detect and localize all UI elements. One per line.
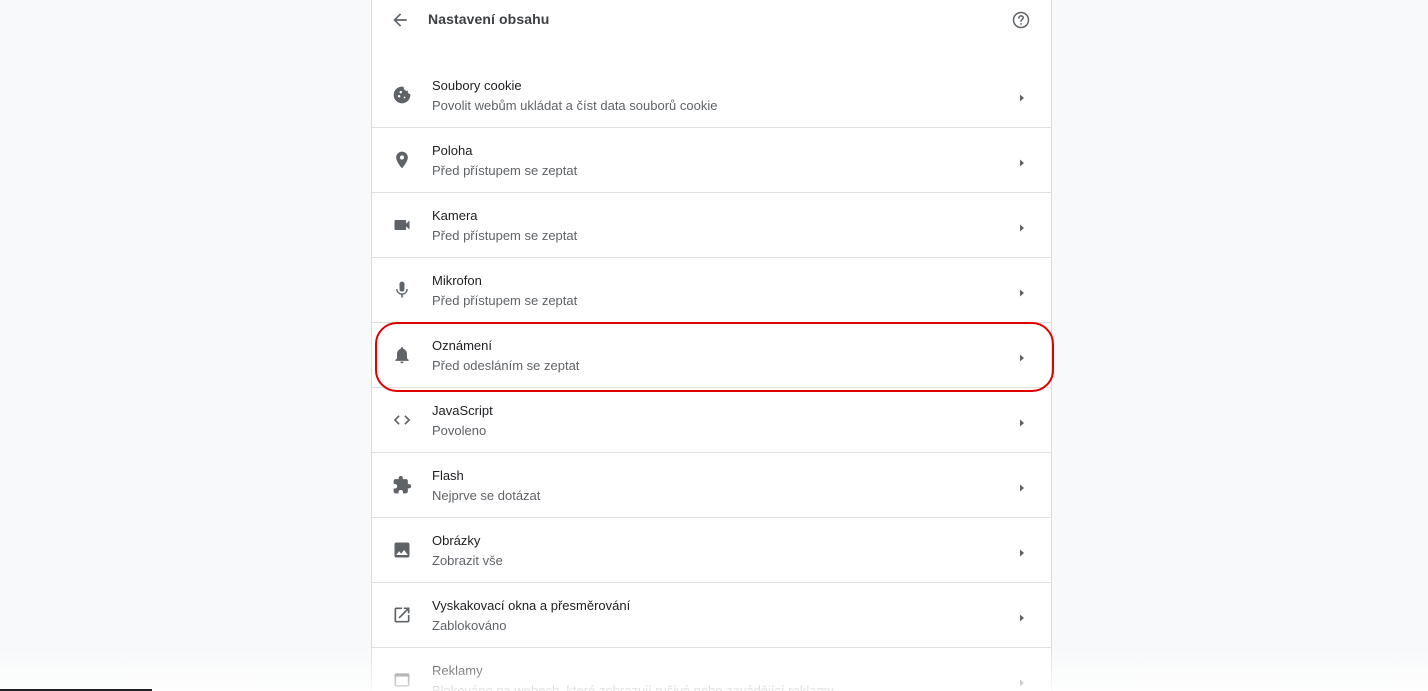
header: Nastavení obsahu [372,0,1051,40]
settings-item-title: Reklamy [432,663,483,678]
settings-item-images[interactable]: Obrázky Zobrazit vše [372,518,1051,583]
settings-item-title: Mikrofon [432,273,482,288]
window-icon [392,670,412,690]
chevron-right-icon [1017,415,1027,427]
image-icon [392,540,412,560]
bell-icon [392,345,412,365]
settings-item-subtitle: Zobrazit vše [432,553,503,568]
settings-item-camera[interactable]: Kamera Před přístupem se zeptat [372,193,1051,258]
settings-item-cookies[interactable]: Soubory cookie Povolit webům ukládat a č… [372,63,1051,128]
settings-item-subtitle: Blokováno na webech, které zobrazují ruš… [432,683,834,691]
settings-item-title: Oznámení [432,338,492,353]
puzzle-icon [392,475,412,495]
chevron-right-icon [1017,90,1027,102]
settings-item-subtitle: Povoleno [432,423,487,438]
code-icon [392,410,412,430]
settings-item-title: Flash [432,468,464,483]
settings-item-ads[interactable]: Reklamy Blokováno na webech, které zobra… [372,648,1051,691]
settings-item-microphone[interactable]: Mikrofon Před přístupem se zeptat [372,258,1051,323]
open-in-new-icon [392,605,412,625]
help-icon [1012,11,1030,29]
chevron-right-icon [1017,610,1027,622]
back-button[interactable] [390,10,410,30]
cookie-icon [392,85,412,105]
arrow-back-icon [393,13,407,27]
settings-item-title: Poloha [432,143,473,158]
camera-icon [392,215,412,235]
chevron-right-icon [1017,480,1027,492]
page-title: Nastavení obsahu [428,11,550,27]
settings-item-title: Obrázky [432,533,481,548]
chevron-right-icon [1017,675,1027,687]
settings-item-subtitle: Nejprve se dotázat [432,488,541,503]
settings-item-title: JavaScript [432,403,493,418]
settings-item-title: Vyskakovací okna a přesměrování [432,598,631,613]
chevron-right-icon [1017,350,1027,362]
settings-item-subtitle: Před přístupem se zeptat [432,293,578,308]
settings-item-location[interactable]: Poloha Před přístupem se zeptat [372,128,1051,193]
settings-item-subtitle: Povolit webům ukládat a číst data soubor… [432,98,718,113]
settings-item-subtitle: Před přístupem se zeptat [432,163,578,178]
settings-item-subtitle: Před odesláním se zeptat [432,358,580,373]
settings-item-subtitle: Zablokováno [432,618,507,633]
settings-item-title: Soubory cookie [432,78,522,93]
chevron-right-icon [1017,285,1027,297]
chevron-right-icon [1017,155,1027,167]
settings-item-subtitle: Před přístupem se zeptat [432,228,578,243]
microphone-icon [392,280,412,300]
location-pin-icon [392,150,412,170]
chevron-right-icon [1017,220,1027,232]
chevron-right-icon [1017,545,1027,557]
settings-item-title: Kamera [432,208,478,223]
settings-item-flash[interactable]: Flash Nejprve se dotázat [372,453,1051,518]
settings-item-popups[interactable]: Vyskakovací okna a přesměrování Zablokov… [372,583,1051,648]
settings-list: Soubory cookie Povolit webům ukládat a č… [372,63,1051,691]
help-button[interactable] [1011,10,1031,30]
settings-item-notifications[interactable]: Oznámení Před odesláním se zeptat [372,323,1051,388]
content-settings-card: Nastavení obsahu Soubory cookie Povolit … [371,0,1052,691]
settings-item-javascript[interactable]: JavaScript Povoleno [372,388,1051,453]
